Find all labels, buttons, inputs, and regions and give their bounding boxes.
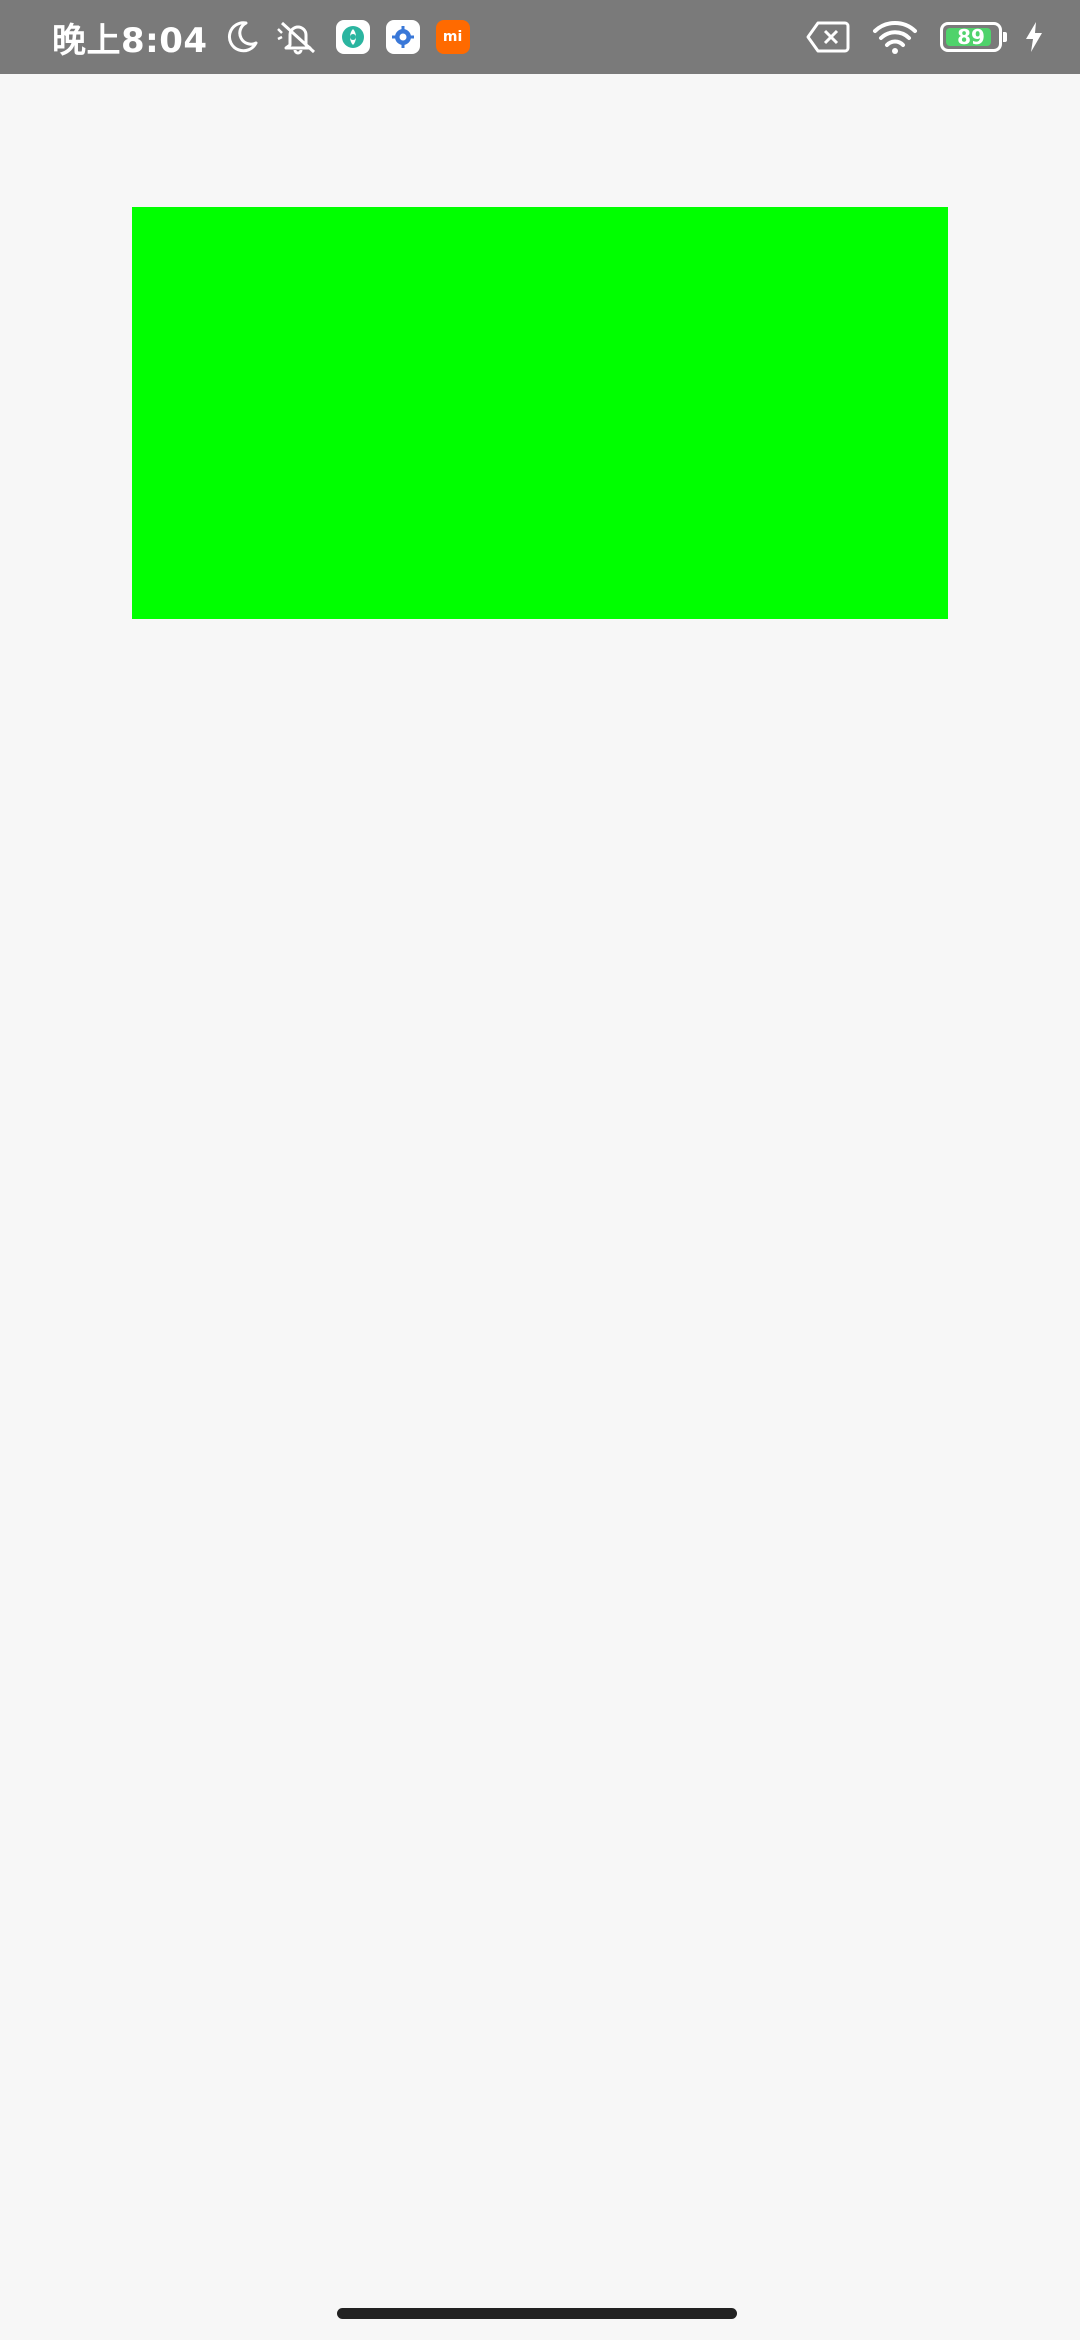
home-indicator[interactable] [337, 2308, 737, 2319]
battery-level: 89 [957, 25, 985, 49]
screen: { "status_bar": { "time": "晚上8:04", "bat… [0, 0, 1080, 2340]
app-icon-teal [335, 20, 370, 54]
status-bar-left: 晚上8:04 mi [52, 13, 806, 62]
sim-x-icon [806, 20, 850, 54]
mi-icon-label: mi [442, 29, 463, 45]
mi-icon: mi [435, 20, 470, 54]
battery-icon: 89 [940, 22, 1007, 52]
mute-icon [276, 19, 320, 55]
status-bar: 晚上8:04 mi 89 [0, 0, 1080, 74]
battery-cap [1003, 32, 1007, 42]
status-time: 晚上8:04 [52, 20, 208, 61]
moon-icon [224, 19, 260, 55]
app-icon-settings [385, 20, 420, 54]
wifi-icon [872, 19, 918, 55]
charging-icon [1024, 21, 1044, 53]
status-bar-right: 89 [806, 19, 1044, 55]
green-rectangle [132, 207, 948, 619]
